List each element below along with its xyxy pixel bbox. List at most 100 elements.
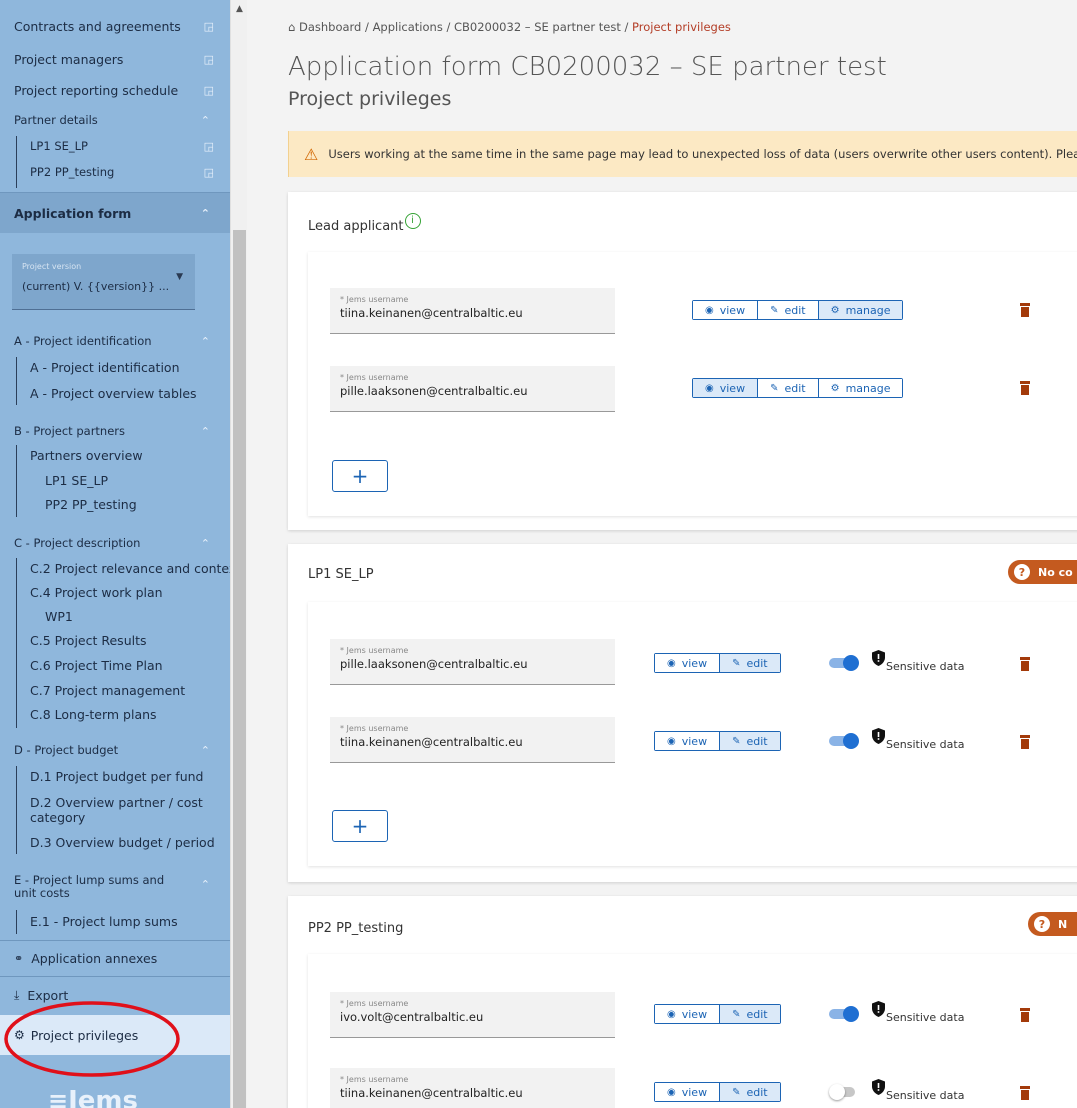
sidebar-item-partner-pp2[interactable]: PP2 PP_testing ◲: [30, 162, 230, 182]
sidebar-item-e1[interactable]: E.1 - Project lump sums: [30, 911, 230, 931]
chevron-up-icon: ⌃: [200, 878, 210, 891]
sensitive-data-label: Sensitive data: [886, 1011, 965, 1024]
permission-toggle-group: ◉ view ✎ edit: [654, 1082, 781, 1102]
question-icon: ?: [1034, 916, 1050, 932]
eye-icon: ◉: [705, 304, 714, 316]
sidebar-scrollbar[interactable]: ▲: [230, 0, 247, 1108]
sidebar-item-c5[interactable]: C.5 Project Results: [30, 630, 230, 650]
sidebar-item-c8[interactable]: C.8 Long-term plans: [30, 704, 230, 724]
sensitive-data-toggle[interactable]: [829, 1084, 859, 1100]
main-content: ⌂ Dashboard / Applications / CB0200032 –…: [248, 0, 1077, 1108]
lock-icon: ◲: [203, 165, 214, 179]
sidebar-item-pp2[interactable]: PP2 PP_testing: [45, 494, 230, 514]
add-user-button[interactable]: +: [332, 810, 388, 842]
username-field[interactable]: * Jems username pille.laaksonen@centralb…: [330, 366, 615, 412]
view-button[interactable]: ◉ view: [693, 301, 759, 319]
sidebar-section-a[interactable]: A - Project identification ⌃: [14, 331, 230, 351]
eye-icon: ◉: [667, 657, 676, 669]
breadcrumb-applications[interactable]: Applications: [373, 20, 443, 34]
status-badge: ? No co: [1008, 560, 1077, 584]
cog-icon: ⚙: [830, 304, 840, 316]
eye-icon: ◉: [667, 1086, 676, 1098]
sidebar-item-partners-overview[interactable]: Partners overview: [30, 445, 230, 465]
sidebar-item-export[interactable]: ⤓ Export: [0, 977, 230, 1013]
users-cog-icon: ⚙: [14, 1028, 25, 1042]
delete-icon[interactable]: [1020, 1086, 1030, 1100]
username-field[interactable]: * Jems username tiina.keinanen@centralba…: [330, 1068, 615, 1108]
edit-button[interactable]: ✎ edit: [720, 654, 780, 672]
edit-button[interactable]: ✎ edit: [720, 732, 780, 750]
partner-card-pp2: PP2 PP_testing ? N * Jems username ivo.vo…: [288, 896, 1077, 1108]
sensitive-data-toggle[interactable]: [829, 1006, 859, 1022]
view-button[interactable]: ◉ view: [655, 1083, 721, 1101]
sidebar-item-a-overview-tables[interactable]: A - Project overview tables: [30, 383, 230, 403]
manage-button[interactable]: ⚙ manage: [818, 379, 903, 397]
sidebar-item-d2[interactable]: D.2 Overview partner / cost category: [30, 792, 215, 828]
username-field[interactable]: * Jems username tiina.keinanen@centralba…: [330, 717, 615, 763]
add-user-button[interactable]: +: [332, 460, 388, 492]
edit-button[interactable]: ✎ edit: [758, 301, 819, 319]
home-icon[interactable]: ⌂: [288, 20, 295, 34]
info-icon[interactable]: i: [404, 213, 421, 229]
sidebar-item-project-privileges[interactable]: ⚙ Project privileges: [0, 1015, 230, 1055]
sidebar-section-partner-details[interactable]: Partner details ⌃: [14, 110, 230, 130]
scroll-up-arrow-icon[interactable]: ▲: [231, 4, 248, 14]
sidebar-item-d3[interactable]: D.3 Overview budget / period: [30, 832, 230, 852]
sidebar-item-c7[interactable]: C.7 Project management: [30, 680, 230, 700]
view-button[interactable]: ◉ view: [655, 654, 721, 672]
sidebar: Contracts and agreements ◲ Project manag…: [0, 0, 230, 1108]
warning-banner: ⚠ Users working at the same time in the …: [288, 131, 1077, 177]
lead-applicant-users: * Jems username tiina.keinanen@centralba…: [308, 252, 1077, 516]
sidebar-section-b[interactable]: B - Project partners ⌃: [14, 421, 230, 441]
sensitive-data-toggle[interactable]: [829, 733, 859, 749]
sidebar-item-c2[interactable]: C.2 Project relevance and context: [30, 558, 230, 578]
sidebar-item-c6[interactable]: C.6 Project Time Plan: [30, 655, 230, 675]
edit-button[interactable]: ✎ edit: [758, 379, 819, 397]
lock-icon: ◲: [203, 52, 214, 66]
sidebar-item-wp1[interactable]: WP1: [45, 606, 230, 626]
sidebar-item-a-identification[interactable]: A - Project identification: [30, 357, 230, 377]
breadcrumb-project[interactable]: CB0200032 – SE partner test: [454, 20, 621, 34]
sidebar-item-application-annexes[interactable]: ⚭ Application annexes: [0, 941, 230, 975]
project-version-select[interactable]: Project version (current) V. {{version}}…: [12, 254, 195, 310]
permission-toggle-group: ◉ view ✎ edit ⚙ manage: [692, 300, 904, 320]
lock-icon: ◲: [203, 83, 214, 97]
scroll-thumb[interactable]: [233, 230, 246, 1108]
delete-icon[interactable]: [1020, 735, 1030, 749]
page-title: Application form CB0200032 – SE partner …: [288, 52, 887, 82]
sidebar-item-contracts[interactable]: Contracts and agreements ◲: [14, 16, 230, 36]
view-button[interactable]: ◉ view: [693, 379, 759, 397]
sidebar-item-partner-lp1[interactable]: LP1 SE_LP ◲: [30, 136, 230, 156]
breadcrumb-dashboard[interactable]: Dashboard: [299, 20, 361, 34]
delete-icon[interactable]: [1020, 381, 1030, 395]
pencil-icon: ✎: [770, 382, 779, 394]
sidebar-item-project-managers[interactable]: Project managers ◲: [14, 49, 230, 69]
view-button[interactable]: ◉ view: [655, 1005, 721, 1023]
view-button[interactable]: ◉ view: [655, 732, 721, 750]
sidebar-item-d1[interactable]: D.1 Project budget per fund: [30, 766, 230, 786]
delete-icon[interactable]: [1020, 657, 1030, 671]
sidebar-section-e[interactable]: E - Project lump sums and unit costs: [14, 872, 184, 902]
sidebar-item-c4[interactable]: C.4 Project work plan: [30, 582, 230, 602]
delete-icon[interactable]: [1020, 303, 1030, 317]
sidebar-section-d[interactable]: D - Project budget ⌃: [14, 740, 230, 760]
username-field[interactable]: * Jems username tiina.keinanen@centralba…: [330, 288, 615, 334]
manage-button[interactable]: ⚙ manage: [818, 301, 903, 319]
sidebar-section-c[interactable]: C - Project description ⌃: [14, 533, 230, 553]
chevron-up-icon: ⌃: [200, 206, 210, 220]
username-field[interactable]: * Jems username pille.laaksonen@centralb…: [330, 639, 615, 685]
edit-button[interactable]: ✎ edit: [720, 1005, 780, 1023]
edit-button[interactable]: ✎ edit: [720, 1083, 780, 1101]
sidebar-section-application-form[interactable]: Application form ⌃: [0, 193, 230, 233]
pencil-icon: ✎: [732, 657, 741, 669]
chevron-up-icon: ⌃: [200, 113, 210, 127]
sensitive-data-toggle[interactable]: [829, 655, 859, 671]
pencil-icon: ✎: [732, 1086, 741, 1098]
sidebar-item-reporting-schedule[interactable]: Project reporting schedule ◲: [14, 80, 230, 100]
sidebar-item-lp1[interactable]: LP1 SE_LP: [45, 470, 230, 490]
eye-icon: ◉: [667, 735, 676, 747]
partner-users: * Jems username pille.laaksonen@centralb…: [308, 602, 1077, 866]
cog-icon: ⚙: [830, 382, 840, 394]
delete-icon[interactable]: [1020, 1008, 1030, 1022]
username-field[interactable]: * Jems username ivo.volt@centralbaltic.e…: [330, 992, 615, 1038]
